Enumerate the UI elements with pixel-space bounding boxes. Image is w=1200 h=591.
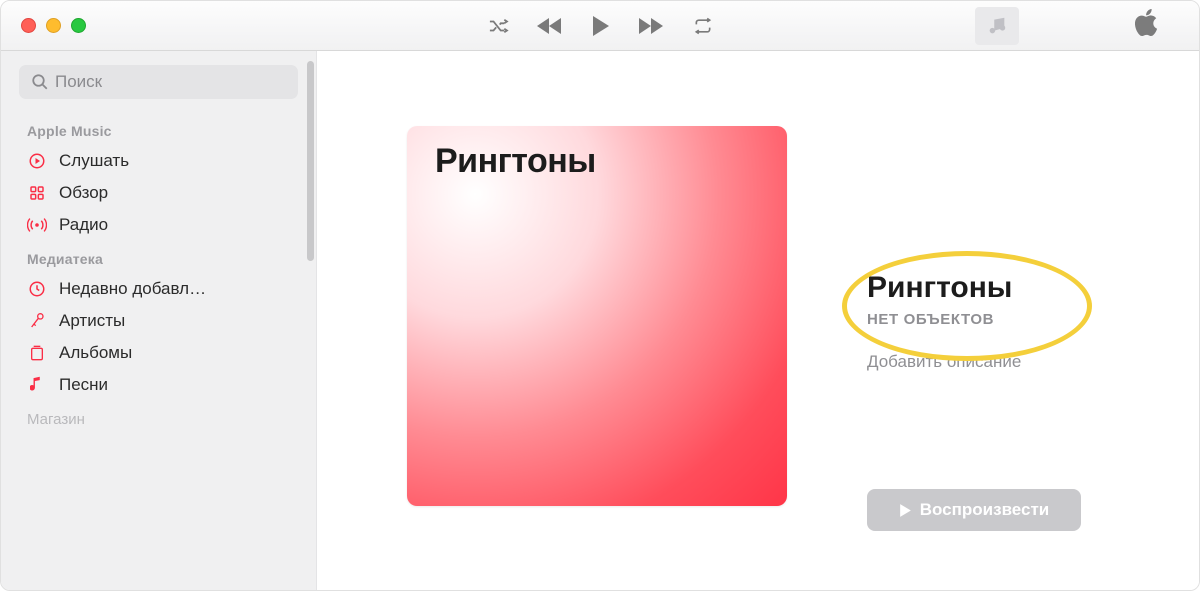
sidebar-item-albums[interactable]: Альбомы: [1, 337, 316, 369]
search-icon: [31, 73, 49, 96]
sidebar-item-label: Артисты: [59, 311, 125, 331]
sidebar-item-label: Альбомы: [59, 343, 132, 363]
scrollbar-thumb[interactable]: [307, 61, 314, 261]
playlist-subtitle: НЕТ ОБЪЕКТОВ: [867, 311, 1021, 328]
titlebar: [1, 1, 1199, 51]
search-field-wrap: [19, 65, 298, 99]
playback-controls: [487, 14, 713, 38]
section-title-library: Медиатека: [1, 241, 316, 273]
play-icon[interactable]: [591, 14, 611, 38]
play-triangle-icon: [899, 503, 912, 518]
section-title-apple-music: Apple Music: [1, 113, 316, 145]
sidebar-item-artists[interactable]: Артисты: [1, 305, 316, 337]
add-description-link[interactable]: Добавить описание: [867, 352, 1021, 372]
sidebar-item-label: Недавно добавл…: [59, 279, 206, 299]
sidebar-item-label: Песни: [59, 375, 108, 395]
sidebar-scrollbar[interactable]: [307, 61, 314, 590]
clock-icon: [27, 279, 47, 299]
play-button[interactable]: Воспроизвести: [867, 489, 1081, 531]
sidebar-item-browse[interactable]: Обзор: [1, 177, 316, 209]
previous-track-icon[interactable]: [535, 16, 565, 36]
content-area: Рингтоны Рингтоны НЕТ ОБЪЕКТОВ Добавить …: [317, 51, 1199, 590]
sidebar: Apple Music Слушать Обзор Радио Медиатек…: [1, 51, 317, 590]
sidebar-item-label: Обзор: [59, 183, 108, 203]
sidebar-item-songs[interactable]: Песни: [1, 369, 316, 401]
microphone-icon: [27, 311, 47, 331]
playlist-artwork: Рингтоны: [407, 126, 787, 506]
now-playing-box[interactable]: [975, 7, 1019, 45]
radio-icon: [27, 215, 47, 235]
artwork-title: Рингтоны: [435, 142, 596, 181]
window-controls: [1, 18, 86, 33]
music-note-icon: [27, 375, 47, 395]
play-button-label: Воспроизвести: [920, 500, 1050, 520]
sidebar-item-recently-added[interactable]: Недавно добавл…: [1, 273, 316, 305]
sidebar-item-label: Слушать: [59, 151, 129, 171]
minimize-window-button[interactable]: [46, 18, 61, 33]
shuffle-icon[interactable]: [487, 17, 509, 35]
fullscreen-window-button[interactable]: [71, 18, 86, 33]
section-title-store-partial: Магазин: [1, 401, 316, 438]
playlist-title: Рингтоны: [867, 271, 1021, 305]
apple-logo-icon: [1135, 9, 1159, 42]
album-icon: [27, 343, 47, 363]
next-track-icon[interactable]: [637, 16, 667, 36]
sidebar-item-radio[interactable]: Радио: [1, 209, 316, 241]
sidebar-item-listen[interactable]: Слушать: [1, 145, 316, 177]
sidebar-item-label: Радио: [59, 215, 108, 235]
search-input[interactable]: [19, 65, 298, 99]
app-window: Apple Music Слушать Обзор Радио Медиатек…: [0, 0, 1200, 591]
close-window-button[interactable]: [21, 18, 36, 33]
playlist-meta: Рингтоны НЕТ ОБЪЕКТОВ Добавить описание: [867, 271, 1021, 372]
grid-icon: [27, 183, 47, 203]
play-circle-icon: [27, 151, 47, 171]
repeat-icon[interactable]: [693, 17, 713, 35]
music-note-icon: [986, 15, 1008, 37]
